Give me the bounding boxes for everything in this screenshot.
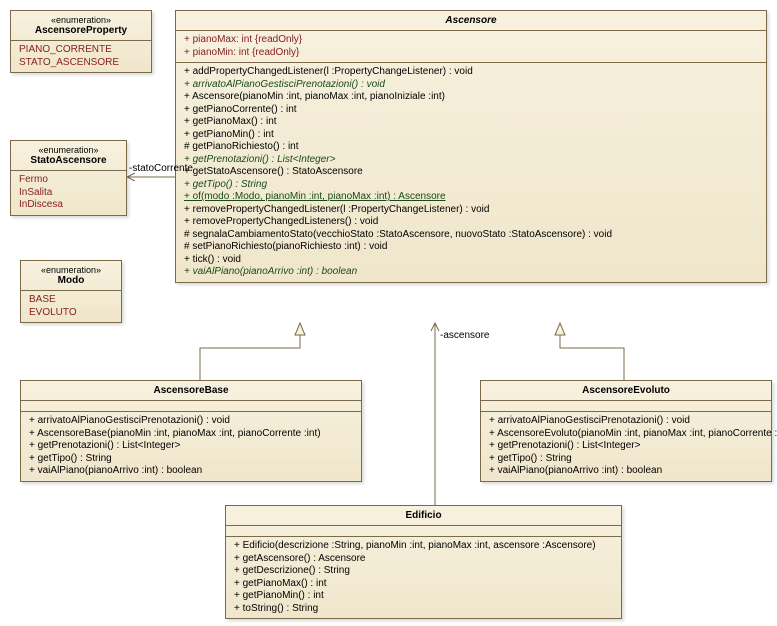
- enum-stato-ascensore: «enumeration» StatoAscensore Fermo InSal…: [10, 140, 127, 216]
- operation: + vaiAlPiano(pianoArrivo :int) : boolean: [184, 266, 758, 279]
- enum-literals: PIANO_CORRENTE STATO_ASCENSORE: [11, 41, 151, 72]
- operation: + getPrenotazioni() : List<Integer>: [184, 154, 758, 167]
- gen-ascensoreevoluto-ascensore: [560, 323, 624, 380]
- role-ascensore: -ascensore: [440, 330, 489, 341]
- class-attributes: + pianoMax: int {readOnly} + pianoMin: i…: [176, 31, 766, 62]
- class-title: Ascensore: [176, 11, 766, 30]
- enum-title: «enumeration» Modo: [21, 261, 121, 290]
- class-title: Edificio: [226, 506, 621, 525]
- class-edificio: Edificio + Edificio(descrizione :String,…: [225, 505, 622, 619]
- enum-literals: BASE EVOLUTO: [21, 291, 121, 322]
- operation: + getTipo() : String: [184, 179, 758, 192]
- operation: + getPianoCorrente() : int: [184, 104, 758, 117]
- enum-title: «enumeration» AscensoreProperty: [11, 11, 151, 40]
- operation: + removePropertyChangedListener(l :Prope…: [184, 204, 758, 217]
- class-title: AscensoreEvoluto: [481, 381, 771, 400]
- operation: + of(modo :Modo, pianoMin :int, pianoMax…: [184, 191, 758, 204]
- operation: # getPianoRichiesto() : int: [184, 141, 758, 154]
- class-ascensore-evoluto: AscensoreEvoluto + arrivatoAlPianoGestis…: [480, 380, 772, 482]
- operation: + removePropertyChangedListeners() : voi…: [184, 216, 758, 229]
- operation: + Ascensore(pianoMin :int, pianoMax :int…: [184, 91, 758, 104]
- operation: + addPropertyChangedListener(l :Property…: [184, 66, 758, 79]
- gen-ascensorebase-ascensore: [200, 323, 300, 380]
- diagram-canvas: «enumeration» AscensoreProperty PIANO_CO…: [0, 0, 777, 626]
- enum-ascensore-property: «enumeration» AscensoreProperty PIANO_CO…: [10, 10, 152, 73]
- operation: + getPianoMax() : int: [184, 116, 758, 129]
- class-title: AscensoreBase: [21, 381, 361, 400]
- operation: + tick() : void: [184, 254, 758, 267]
- operation: + getStatoAscensore() : StatoAscensore: [184, 166, 758, 179]
- operation: # segnalaCambiamentoStato(vecchioStato :…: [184, 229, 758, 242]
- enum-modo: «enumeration» Modo BASE EVOLUTO: [20, 260, 122, 323]
- enum-literals: Fermo InSalita InDiscesa: [11, 171, 126, 215]
- class-ascensore-base: AscensoreBase + arrivatoAlPianoGestisciP…: [20, 380, 362, 482]
- class-ascensore: Ascensore + pianoMax: int {readOnly} + p…: [175, 10, 767, 283]
- role-stato-corrente: -statoCorrente: [129, 163, 193, 174]
- operation: + getPianoMin() : int: [184, 129, 758, 142]
- operation: # setPianoRichiesto(pianoRichiesto :int)…: [184, 241, 758, 254]
- class-operations: + addPropertyChangedListener(l :Property…: [176, 63, 766, 282]
- class-operations: + arrivatoAlPianoGestisciPrenotazioni() …: [481, 412, 771, 481]
- enum-title: «enumeration» StatoAscensore: [11, 141, 126, 170]
- operation: + arrivatoAlPianoGestisciPrenotazioni() …: [184, 79, 758, 92]
- class-operations: + Edificio(descrizione :String, pianoMin…: [226, 537, 621, 618]
- class-operations: + arrivatoAlPianoGestisciPrenotazioni() …: [21, 412, 361, 481]
